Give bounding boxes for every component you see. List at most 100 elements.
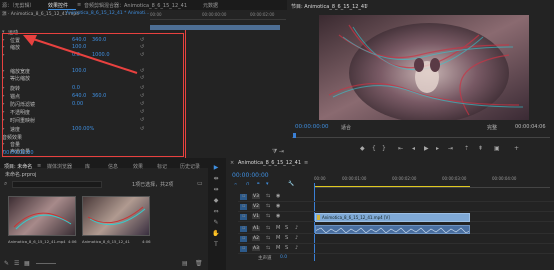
track-label[interactable]: V2	[252, 204, 260, 209]
sync-lock-icon[interactable]: ⇆	[266, 235, 270, 241]
mic-icon[interactable]: ♪	[295, 245, 298, 251]
solo-icon[interactable]: S	[285, 235, 288, 241]
project-clip-thumb-1[interactable]	[82, 196, 150, 236]
go-to-in-icon[interactable]: ⇤	[398, 145, 403, 152]
effect-controls-menu[interactable]: ≡	[77, 2, 81, 8]
track-label[interactable]: A2	[252, 236, 260, 241]
timeline-settings-icon[interactable]: 🔧	[288, 181, 294, 187]
timeline-timecode[interactable]: 00:00:00:00	[232, 172, 269, 179]
program-quality-select[interactable]: 完整	[487, 124, 497, 131]
track-label[interactable]: A3	[252, 246, 260, 251]
program-monitor-menu[interactable]: ≡	[364, 3, 368, 9]
mute-icon[interactable]: M	[276, 235, 280, 241]
linked-selection-icon[interactable]: ⚭	[256, 181, 260, 187]
track-label[interactable]: A1	[252, 226, 260, 231]
sequence-title[interactable]: Animotica_8_6_15_12_41	[238, 160, 301, 166]
step-forward-icon[interactable]: ▸	[436, 145, 439, 152]
tab-history[interactable]: 历史记录	[180, 163, 200, 170]
lock-icon[interactable]: ▫	[242, 225, 245, 231]
lock-icon[interactable]: ▫	[242, 213, 245, 219]
slip-tool-icon[interactable]: ⇔	[212, 208, 220, 216]
nest-icon[interactable]: ⌢	[234, 181, 237, 187]
export-frame-icon[interactable]: ▣	[494, 145, 500, 152]
video-clip-label: Animotica_8_6_15_12_41.mp4 [V]	[322, 215, 390, 220]
solo-icon[interactable]: S	[285, 225, 288, 231]
mute-icon[interactable]: M	[276, 225, 280, 231]
mark-out-icon[interactable]: }	[382, 145, 386, 152]
tab-libraries[interactable]: 库	[85, 163, 90, 170]
timeline-video-clip[interactable]: Animotica_8_6_15_12_41.mp4 [V]	[315, 213, 470, 222]
icon-view-icon[interactable]: ▦	[24, 260, 30, 267]
mic-icon[interactable]: ♪	[295, 225, 298, 231]
timeline-audio-clip[interactable]	[315, 225, 470, 234]
tab-source[interactable]: 源：（无剪辑）	[2, 2, 35, 9]
add-marker-timeline-icon[interactable]: ▾	[266, 181, 269, 187]
filter-icon[interactable]: ⧩	[272, 149, 277, 155]
add-marker-icon[interactable]: ◆	[360, 145, 365, 152]
tab-media-browser[interactable]: 媒体浏览器	[47, 163, 72, 170]
selection-tool-icon[interactable]: ▶	[212, 164, 220, 172]
program-timecode[interactable]: 00:00:00:00	[295, 124, 329, 130]
lock-icon[interactable]: ✎	[4, 260, 9, 267]
ripple-edit-tool-icon[interactable]: ⇹	[212, 186, 220, 194]
program-fit-select[interactable]: 适合	[341, 124, 351, 131]
snap-icon[interactable]: ∩	[246, 181, 250, 187]
type-tool-icon[interactable]: T	[212, 241, 220, 249]
project-search-input[interactable]	[12, 181, 102, 188]
sync-lock-icon[interactable]: ⇆	[266, 225, 270, 231]
project-tab-menu[interactable]: ≡	[37, 163, 41, 169]
project-clip-thumb-0[interactable]	[8, 196, 76, 236]
tab-effects[interactable]: 效果	[133, 163, 143, 170]
work-area-bar[interactable]	[314, 186, 470, 187]
tab-info[interactable]: 信息	[108, 163, 118, 170]
mic-icon[interactable]: ♪	[295, 235, 298, 241]
sync-lock-icon[interactable]: ⇆	[266, 245, 270, 251]
extract-icon[interactable]: ⇞	[478, 145, 483, 152]
track-label[interactable]: V3	[252, 194, 260, 199]
mark-in-icon[interactable]: {	[372, 145, 376, 152]
tab-metadata[interactable]: 元数据	[203, 2, 218, 9]
ec-bottom-timecode[interactable]: 00:00:00:00	[3, 150, 34, 156]
mute-icon[interactable]: M	[276, 245, 280, 251]
timeline-menu[interactable]: ≡	[304, 160, 308, 166]
list-view-icon[interactable]: ☰	[14, 260, 19, 267]
step-back-icon[interactable]: ◂	[412, 145, 415, 152]
eye-icon[interactable]: ◉	[276, 193, 280, 199]
timeline-ruler[interactable]: 00:00 00:00:01:00 00:00:02:00 00:00:03:0…	[314, 174, 550, 188]
master-value[interactable]: 0.0	[280, 255, 287, 260]
lock-icon[interactable]: ▫	[242, 193, 245, 199]
new-item-icon[interactable]: ▤	[182, 260, 188, 267]
track-select-tool-icon[interactable]: ⇼	[212, 175, 220, 183]
lift-icon[interactable]: ⇡	[464, 145, 469, 152]
program-monitor-controls: 00:00:00:00 适合 完整 00:00:04:06	[289, 122, 552, 132]
lock-icon[interactable]: ▫	[242, 245, 245, 251]
solo-icon[interactable]: S	[285, 245, 288, 251]
export-icon[interactable]: ⇥	[279, 149, 284, 155]
program-playhead[interactable]	[293, 133, 296, 138]
tab-markers[interactable]: 标记	[157, 163, 167, 170]
tab-project[interactable]: 项目: 未命名	[4, 163, 32, 170]
tab-effect-controls[interactable]: 效果控件	[48, 2, 68, 9]
tab-audio-clip-mixer[interactable]: 音频剪辑混合器：Animotica_8_6_15_12_41	[84, 2, 187, 9]
go-to-out-icon[interactable]: ⇥	[448, 145, 453, 152]
clip-target-label[interactable]: Animotica_8_6_15_12_41 * Animoti...	[66, 11, 149, 16]
program-scrub-bar[interactable]	[292, 133, 550, 138]
hand-tool-icon[interactable]: ✋	[212, 230, 220, 238]
eye-icon[interactable]: ◉	[276, 213, 280, 219]
sync-lock-icon[interactable]: ⇆	[266, 213, 270, 219]
close-sequence-icon[interactable]: ×	[230, 160, 234, 166]
sync-lock-icon[interactable]: ⇆	[266, 193, 270, 199]
sync-lock-icon[interactable]: ⇆	[266, 203, 270, 209]
track-label[interactable]: V1	[252, 214, 260, 219]
play-icon[interactable]: ▶	[424, 145, 429, 152]
eye-icon[interactable]: ◉	[276, 203, 280, 209]
lock-icon[interactable]: ▫	[242, 203, 245, 209]
program-video-frame[interactable]	[319, 15, 529, 120]
lock-icon[interactable]: ▫	[242, 235, 245, 241]
zoom-slider[interactable]	[36, 263, 56, 264]
pen-tool-icon[interactable]: ✎	[212, 219, 220, 227]
new-bin-icon[interactable]: ▭	[197, 181, 203, 187]
trash-icon[interactable]: 🗑	[195, 260, 203, 267]
razor-tool-icon[interactable]: ◆	[212, 197, 220, 205]
button-editor-icon[interactable]: +	[514, 145, 519, 152]
